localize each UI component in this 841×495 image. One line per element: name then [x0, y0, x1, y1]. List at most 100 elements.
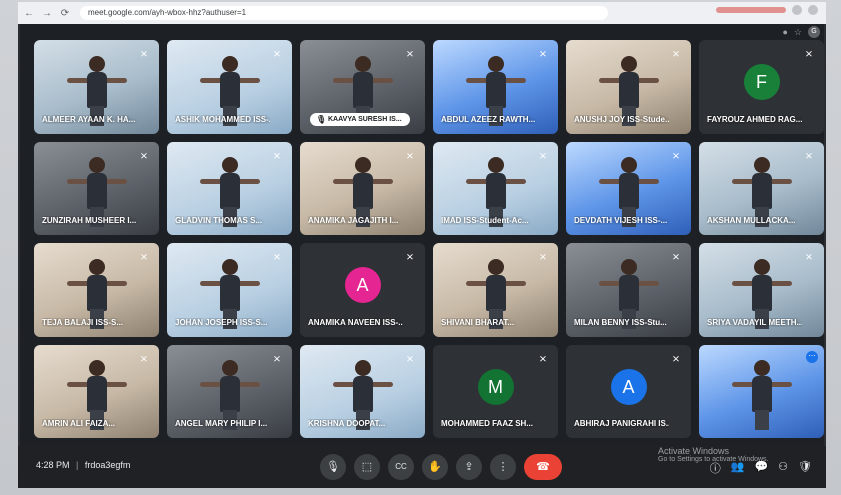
muted-mic-icon: ⨯: [538, 353, 548, 365]
host-controls-icon[interactable]: 🛡: [798, 460, 812, 476]
figure-body: [86, 376, 107, 412]
participant-tile[interactable]: F ⨯ FAYROUZ AHMED RAG...: [699, 40, 824, 134]
participant-tile[interactable]: ⨯ AMRIN ALI FAIZA...: [34, 344, 159, 438]
close-icon[interactable]: [808, 5, 818, 15]
participant-name: JOHAN JOSEPH ISS-S...: [175, 317, 268, 327]
participant-tile[interactable]: ⨯ JOHAN JOSEPH ISS-S...: [167, 243, 292, 337]
figure-head: [354, 55, 371, 72]
muted-mic-icon: ⨯: [139, 49, 149, 60]
figure-body: [751, 173, 772, 209]
camera-icon[interactable]: ⬚: [354, 454, 380, 480]
participant-name: GLADVIN THOMAS S...: [175, 216, 263, 225]
end-call-button[interactable]: ☎: [524, 454, 562, 480]
participant-tile[interactable]: ⨯ ZUNZIRAH MUSHEER I...: [34, 141, 159, 235]
muted-mic-icon: ⨯: [405, 252, 415, 263]
more-options-icon[interactable]: ⋮: [490, 454, 516, 480]
meeting-code[interactable]: frdoa3egfm: [85, 460, 131, 470]
figure-head: [354, 157, 371, 173]
figure-head: [221, 360, 238, 376]
participant-tile[interactable]: ⨯ ANGEL MARY PHILIP I...: [167, 344, 292, 438]
participant-tile[interactable]: ⨯ ANUSHJ JOY ISS-Stude...: [566, 40, 691, 134]
participant-name: ALMEER AYAAN K. HA...: [42, 114, 136, 124]
muted-mic-icon: ⨯: [538, 252, 548, 263]
muted-mic-icon: ⨯: [272, 49, 282, 60]
raise-hand-icon[interactable]: ✋: [422, 454, 448, 480]
participant-tile[interactable]: ⨯ DEVDATH VIJESH ISS-...: [566, 141, 691, 235]
extensions-row: ● ☆ G: [782, 26, 820, 38]
participant-video-figure: [731, 360, 792, 430]
figure-body: [485, 274, 506, 311]
muted-mic-icon: ⨯: [804, 150, 814, 162]
back-icon[interactable]: ←: [22, 8, 36, 19]
muted-mic-icon: ⨯: [538, 49, 548, 60]
activities-icon[interactable]: ⚇: [778, 460, 788, 476]
present-icon[interactable]: ⇪: [456, 454, 482, 480]
participant-name: FAYROUZ AHMED RAG...: [707, 114, 802, 124]
participant-tile[interactable]: ⨯ TEJA BALAJI ISS-S...: [34, 243, 159, 337]
figure-head: [487, 157, 504, 173]
participant-tile[interactable]: ⨯ AKSHAN MULLACKA...: [699, 141, 824, 235]
participant-name: ANAMIKA JAGAJITH I...: [308, 216, 399, 225]
participant-name: ANAMIKA NAVEEN ISS-...: [308, 317, 403, 327]
participant-name: IMAD ISS-Student-Ac...: [441, 216, 529, 225]
participant-tile[interactable]: M ⨯ MOHAMMED FAAZ SH...: [433, 344, 558, 438]
screen: ← → ⟳ meet.google.com/ayh-wbox-hhz?authu…: [18, 2, 826, 488]
profile-avatar[interactable]: G: [808, 26, 820, 38]
figure-head: [88, 157, 105, 173]
participant-tile[interactable]: ⨯ ANAMIKA JAGAJITH I...: [300, 141, 425, 235]
self-view-menu-icon[interactable]: ⋯: [806, 350, 818, 363]
figure-body: [219, 173, 240, 209]
participant-name: AMRIN ALI FAIZA...: [42, 419, 116, 428]
figure-body: [352, 376, 373, 412]
participant-name: ANUSHJ JOY ISS-Stude...: [574, 114, 669, 124]
address-bar[interactable]: meet.google.com/ayh-wbox-hhz?authuser=1: [80, 6, 608, 20]
forward-icon[interactable]: →: [40, 8, 54, 19]
star-icon[interactable]: ☆: [794, 27, 802, 38]
muted-mic-icon: ⨯: [139, 150, 149, 162]
participant-name: ASHIK MOHAMMED ISS-...: [175, 114, 270, 124]
muted-mic-icon: ⨯: [405, 150, 415, 162]
participant-tile[interactable]: ⨯ GLADVIN THOMAS S...: [167, 141, 292, 235]
watermark-title: Activate Windows: [658, 446, 730, 456]
muted-mic-icon: ⨯: [804, 49, 814, 60]
participant-tile[interactable]: ⋯: [699, 344, 824, 438]
participant-tile[interactable]: ⨯ SHIVANI BHARAT...: [433, 243, 558, 337]
figure-head: [88, 258, 105, 275]
figure-head: [221, 258, 238, 275]
browser-toolbar: ← → ⟳ meet.google.com/ayh-wbox-hhz?authu…: [18, 2, 826, 24]
tab-highlight: [716, 7, 786, 13]
muted-mic-icon: ⨯: [671, 49, 681, 60]
participant-name: ABHIRAJ PANIGRAHI IS...: [574, 419, 669, 428]
participant-tile[interactable]: ⨯ 🎙 KAAVYA SURESH IS...: [300, 40, 425, 134]
participant-avatar: F: [743, 64, 780, 101]
reload-icon[interactable]: ⟳: [58, 8, 72, 19]
participant-tile[interactable]: ⨯ ABDUL AZEEZ RAWTH...: [433, 40, 558, 134]
participant-avatar: M: [477, 368, 514, 405]
figure-body: [219, 376, 240, 412]
participant-tile[interactable]: ⨯ ASHIK MOHAMMED ISS-...: [167, 40, 292, 134]
muted-mic-icon: ⨯: [804, 252, 814, 263]
figure-head: [620, 258, 637, 275]
figure-body: [618, 71, 639, 108]
figure-body: [86, 173, 107, 209]
participant-tile[interactable]: ⨯ ALMEER AYAAN K. HA...: [34, 40, 159, 134]
muted-mic-icon: ⨯: [272, 150, 282, 162]
participant-tile[interactable]: ⨯ MILAN BENNY ISS-Stu...: [566, 243, 691, 337]
captions-icon[interactable]: CC: [388, 454, 414, 480]
figure-body: [352, 173, 373, 209]
participant-tile[interactable]: ⨯ KRISHNA DOOPAT...: [300, 344, 425, 438]
figure-body: [86, 274, 107, 311]
participant-tile[interactable]: A ⨯ ANAMIKA NAVEEN ISS-...: [300, 243, 425, 337]
participant-tile[interactable]: ⨯ IMAD ISS-Student-Ac...: [433, 141, 558, 235]
call-controls: 🎙 ⬚ CC ✋ ⇪ ⋮ ☎: [320, 454, 562, 480]
participant-tile[interactable]: A ⨯ ABHIRAJ PANIGRAHI IS...: [566, 344, 691, 438]
participant-name: DEVDATH VIJESH ISS-...: [574, 216, 668, 225]
minimize-icon[interactable]: [792, 5, 802, 15]
microphone-icon[interactable]: 🎙: [320, 454, 346, 480]
pinned-participant-label[interactable]: 🎙 KAAVYA SURESH IS...: [310, 112, 410, 126]
extension-icon[interactable]: ●: [782, 27, 787, 37]
window-controls: [716, 5, 818, 15]
participant-tile[interactable]: ⨯ SRIYA VADAYIL MEETH...: [699, 243, 824, 337]
figure-body: [86, 71, 107, 108]
figure-head: [620, 55, 637, 72]
